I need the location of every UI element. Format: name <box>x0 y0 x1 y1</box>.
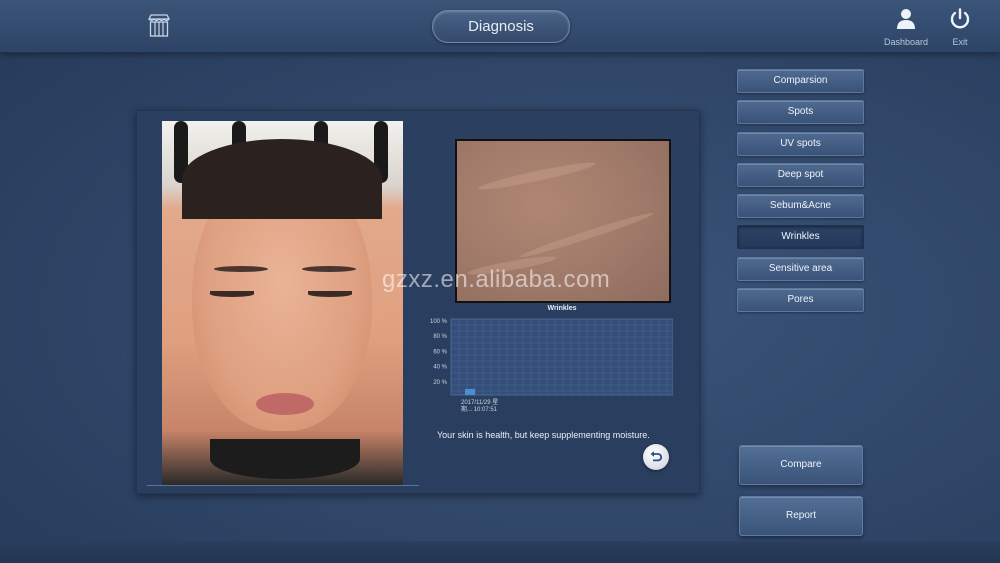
lips <box>256 393 314 415</box>
eye <box>308 291 352 297</box>
bottom-strip <box>0 541 1000 563</box>
eyebrow <box>302 266 356 272</box>
page-title: Diagnosis <box>432 10 570 43</box>
power-icon <box>950 8 970 29</box>
wrinkles-chart: 100 % 80 % 60 % 40 % 20 % 2017/11/29 星期... 10… <box>430 318 673 413</box>
hair <box>182 139 382 219</box>
menu-item-comparsion[interactable]: Comparsion <box>737 69 864 93</box>
store-icon[interactable] <box>146 13 172 39</box>
y-tick-label: 40 % <box>433 365 447 371</box>
back-button[interactable] <box>643 444 669 470</box>
y-tick-label: 20 % <box>433 380 447 386</box>
diagnosis-message: Your skin is health, but keep supplement… <box>437 430 650 440</box>
y-tick-label: 80 % <box>433 334 447 340</box>
user-icon <box>897 9 915 29</box>
menu-item-wrinkles[interactable]: Wrinkles <box>737 225 864 250</box>
dashboard-button[interactable]: Dashboard <box>876 8 936 47</box>
menu-item-pores[interactable]: Pores <box>737 288 864 313</box>
exit-label: Exit <box>952 37 968 47</box>
menu-item-uv-spots[interactable]: UV spots <box>737 131 864 156</box>
x-tick-label: 期... 10:07:51 <box>461 405 498 413</box>
diagnosis-panel: Wrinkles 100 % 80 % 60 % 40 % 20 % 2017/11/29… <box>136 110 700 494</box>
menu-item-deep-spot[interactable]: Deep spot <box>737 162 864 187</box>
top-bar: Diagnosis Dashboard Exit <box>0 0 1000 53</box>
eyebrow <box>214 266 268 272</box>
divider <box>147 485 419 486</box>
analysis-menu: Comparsion Spots UV spots Deep spot Sebum&Ac… <box>737 69 864 319</box>
menu-item-spots[interactable]: Spots <box>737 100 864 125</box>
menu-item-sensitive-area[interactable]: Sensitive area <box>737 256 864 281</box>
menu-item-sebum-acne[interactable]: Sebum&Acne <box>737 194 864 219</box>
y-tick-label: 60 % <box>433 349 447 355</box>
x-tick-label: 2017/11/29 星 <box>461 399 498 406</box>
undo-icon <box>650 451 663 462</box>
dashboard-label: Dashboard <box>883 37 929 47</box>
chin-rest <box>210 439 360 479</box>
y-tick-label: 100 % <box>430 319 448 325</box>
eye <box>210 291 254 297</box>
chart-plot-area <box>450 318 673 396</box>
report-button[interactable]: Report <box>739 496 863 536</box>
chart-title: Wrinkles <box>547 305 577 312</box>
compare-button[interactable]: Compare <box>739 445 863 485</box>
chart-bar <box>465 388 475 395</box>
exit-button[interactable]: Exit <box>930 8 990 47</box>
watermark: gzxz.en.alibaba.com <box>382 266 611 293</box>
face-photo <box>162 121 403 485</box>
